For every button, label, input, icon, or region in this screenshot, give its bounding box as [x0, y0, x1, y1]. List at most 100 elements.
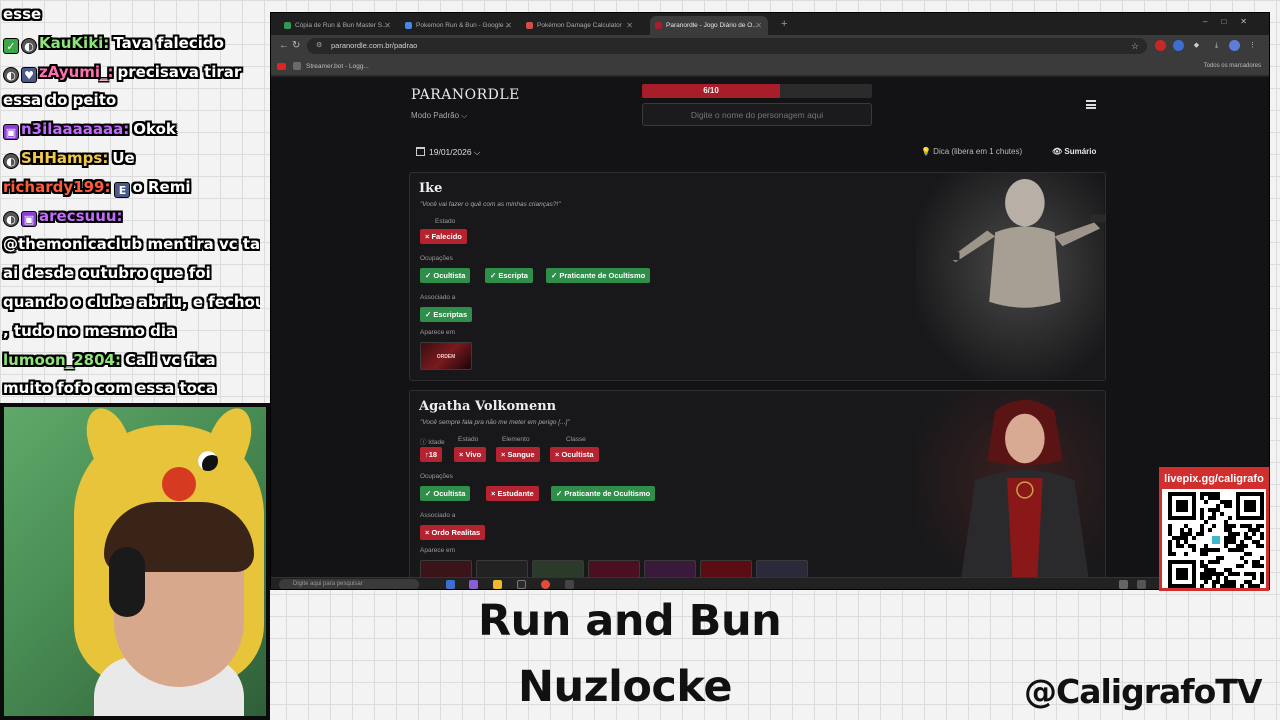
stream-chat: esse ✓ ◐ KauKiki: Tava falecido ◐ ♥ zAyumi_: pre… [0, 0, 260, 400]
appears-in-label: Aparece em [420, 547, 456, 554]
character-quote: "Você vai fazer o quê com as minhas cria… [420, 201, 561, 208]
chat-username[interactable]: zAyumi_: [39, 63, 114, 81]
hamburger-menu-icon[interactable] [1086, 100, 1096, 109]
occupation-chip: ✓ Praticante de Ocultismo [551, 486, 656, 501]
taskbar-app-icon[interactable] [517, 580, 526, 589]
chat-message: ◐ ▣ arecsuuu: [0, 202, 260, 231]
window-controls[interactable]: –□✕ [1203, 17, 1261, 26]
status-chip: × Vivo [454, 447, 487, 462]
tab-favicon [284, 22, 291, 29]
tab-label: Pokemon Run & Bun - Google ... [416, 22, 511, 29]
tab-pokemon-run-bun[interactable]: Pokemon Run & Bun - Google ... ✕ [400, 16, 518, 35]
chat-text: ai desde outubro que foi [3, 264, 211, 283]
chat-badge-check-icon: ✓ [3, 37, 19, 54]
chat-username[interactable]: SHHamps: [21, 149, 108, 167]
chat-username[interactable]: lumoon_2804: [3, 351, 121, 369]
occupation-chip: ✓ Praticante de Ocultismo [546, 268, 651, 283]
bookmark-star-icon[interactable]: ☆ [1131, 38, 1139, 54]
more-menu-icon[interactable]: ⋮ [1247, 40, 1258, 51]
appearance-thumbnail[interactable] [756, 560, 808, 577]
age-chip: ↑18 [420, 447, 443, 462]
chat-message: , tudo no mesmo dia [0, 317, 260, 346]
new-tab-button[interactable]: + [781, 16, 787, 32]
qr-label: livepix.gg/caligrafo [1162, 470, 1266, 489]
tab-paranordle[interactable]: Paranordle - Jogo Diário de O... ✕ [650, 16, 768, 35]
extensions-puzzle-icon[interactable]: ◆ [1191, 40, 1202, 51]
occupations-label: Ocupações [420, 473, 453, 480]
associated-chip: × Ordo Realitas [420, 525, 486, 540]
guess-card: Agatha Volkomenn "Você sempre fala pra n… [409, 390, 1106, 577]
extension-icon[interactable] [1155, 40, 1166, 51]
character-guess-input[interactable] [642, 103, 872, 126]
status-chip: × Falecido [420, 229, 467, 244]
summary-button[interactable]: 👁 Sumário [1052, 147, 1096, 156]
appearance-thumbnail[interactable] [420, 560, 472, 577]
occupations-label: Ocupações [420, 255, 453, 262]
chat-text: , tudo no mesmo dia [3, 321, 177, 340]
chat-message: @themonicaclub mentira vc ta [0, 230, 260, 259]
extension-icon[interactable] [1173, 40, 1184, 51]
associated-label: Associado a [420, 294, 456, 301]
bookmarks-bar: Streamer.bot - Logg... Todos os marcador… [271, 57, 1269, 76]
character-portrait [915, 391, 1105, 577]
download-icon[interactable]: ⤓ [1211, 40, 1222, 51]
date-text: 19/01/2026 ⌵ [429, 147, 481, 157]
appearance-thumbnail[interactable] [644, 560, 696, 577]
character-quote: "Você sempre fala pra não me meter em pe… [420, 419, 570, 426]
overlay-title-line2: Nuzlocke [518, 662, 733, 712]
close-icon[interactable]: ✕ [384, 16, 391, 35]
close-icon[interactable]: ✕ [505, 16, 512, 35]
mode-selector[interactable]: Modo Padrão ⌵ [411, 111, 467, 121]
tab-label: Paranordle - Jogo Diário de O... [666, 22, 758, 29]
character-name: Agatha Volkomenn [419, 399, 557, 414]
url-text: paranordle.com.br/padrao [331, 41, 418, 50]
appearance-thumbnail[interactable]: ORDEM PARANORMAL [420, 342, 472, 370]
occupation-chip: ✓ Ocultista [420, 486, 471, 501]
taskbar-search[interactable]: Digite aqui para pesquisar [279, 579, 419, 589]
appearance-thumbnail[interactable] [588, 560, 640, 577]
chat-username[interactable]: arecsuuu: [39, 207, 123, 225]
chat-badge-mic-icon: ◐ [3, 66, 19, 83]
address-bar[interactable]: ⚙ paranordle.com.br/padrao ☆ [307, 38, 1147, 54]
chat-username[interactable]: KauKiki: [39, 34, 109, 52]
appearance-thumbnail[interactable] [532, 560, 584, 577]
close-icon[interactable]: ✕ [755, 16, 762, 35]
chat-message: essa do peito [0, 86, 260, 115]
status-label: Estado [458, 436, 479, 443]
reload-icon[interactable]: ↻ [292, 39, 300, 53]
date-selector[interactable]: 19/01/2026 ⌵ [416, 147, 480, 158]
character-name: Ike [419, 181, 443, 196]
taskbar-app-icon[interactable] [469, 580, 478, 589]
appearance-thumbnail[interactable] [476, 560, 528, 577]
tab-run-bun-master[interactable]: Cópia de Run & Bun Master S... ✕ [279, 16, 397, 35]
element-chip: × Sangue [496, 447, 540, 462]
chat-text: precisava tirar [117, 62, 242, 81]
qr-code-icon [1168, 492, 1264, 588]
site-info-icon[interactable]: ⚙ [316, 38, 322, 54]
overlay-title-line1: Run and Bun [478, 596, 782, 646]
chrome-icon[interactable] [541, 580, 550, 589]
taskbar-app-icon[interactable] [565, 580, 574, 589]
appearance-thumbnail[interactable] [700, 560, 752, 577]
chat-text: Okok [133, 120, 176, 139]
chat-username[interactable]: n3ilaaaaaaa: [21, 120, 129, 138]
tray-icon[interactable] [1119, 580, 1128, 589]
folder-icon[interactable] [493, 580, 502, 589]
chat-text: quando o clube abriu, e fechou [3, 292, 260, 311]
site-logo[interactable]: PARANORDLE [411, 87, 520, 103]
tray-icon[interactable] [1137, 580, 1146, 589]
hint-button[interactable]: 💡 Dica (libera em 1 chutes) [921, 147, 1022, 156]
close-icon[interactable]: ✕ [626, 16, 633, 35]
profile-avatar[interactable] [1229, 40, 1240, 51]
site-header: PARANORDLE Modo Padrão ⌵ 6/10 [271, 77, 1269, 135]
bookmark-streamerbot[interactable]: Streamer.bot - Logg... [279, 57, 369, 76]
tab-damage-calculator[interactable]: Pokémon Damage Calculator ✕ [521, 16, 639, 35]
back-icon[interactable]: ← [279, 39, 289, 53]
class-label: Classe [566, 436, 586, 443]
chat-message: ◐ ♥ zAyumi_: precisava tirar [0, 58, 260, 87]
address-toolbar: ← ↻ ⚙ paranordle.com.br/padrao ☆ ◆ ⤓ ⋮ [271, 35, 1269, 57]
chat-username[interactable]: richardy199: [3, 178, 110, 196]
chat-emote-icon: E [114, 181, 131, 198]
taskbar-app-icon[interactable] [446, 580, 455, 589]
all-bookmarks[interactable]: Todos os marcadores [1204, 57, 1261, 76]
